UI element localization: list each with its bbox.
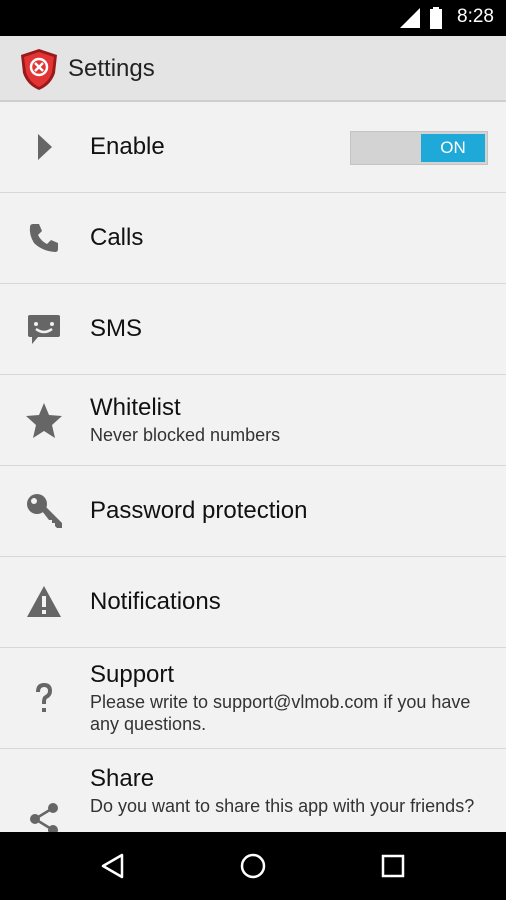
settings-item-sms[interactable]: SMS bbox=[0, 284, 506, 375]
play-arrow-icon bbox=[24, 127, 64, 167]
page-title: Settings bbox=[68, 55, 155, 82]
settings-item-label: Whitelist bbox=[90, 394, 181, 421]
phone-icon bbox=[24, 218, 64, 258]
settings-item-subtitle: Please write to support@vlmob.com if you… bbox=[90, 692, 471, 734]
settings-item-whitelist[interactable]: Whitelist Never blocked numbers bbox=[0, 375, 506, 466]
settings-item-label: Support bbox=[90, 661, 175, 688]
settings-item-notifications[interactable]: Notifications bbox=[0, 557, 506, 648]
key-icon bbox=[24, 491, 64, 531]
settings-item-enable[interactable]: Enable ON bbox=[0, 102, 506, 193]
navigation-bar bbox=[0, 832, 506, 900]
status-time: 8:28 bbox=[457, 6, 494, 27]
signal-icon bbox=[400, 8, 420, 33]
settings-list: Enable ON Calls SMS Whitelist Never bloc… bbox=[0, 102, 506, 832]
settings-item-label: Share bbox=[90, 765, 155, 792]
settings-item-subtitle: Do you want to share this app with your … bbox=[90, 796, 475, 816]
settings-item-support[interactable]: Support Please write to support@vlmob.co… bbox=[0, 648, 506, 749]
action-bar: Settings bbox=[0, 36, 506, 102]
recents-icon[interactable] bbox=[378, 851, 408, 881]
share-icon bbox=[24, 799, 64, 832]
settings-item-password[interactable]: Password protection bbox=[0, 466, 506, 557]
battery-icon bbox=[430, 7, 442, 34]
toggle-state-label: ON bbox=[421, 134, 485, 162]
help-icon bbox=[24, 678, 64, 718]
settings-item-label: Notifications bbox=[90, 588, 221, 615]
warning-icon bbox=[24, 582, 64, 622]
status-bar: 8:28 bbox=[0, 0, 506, 36]
back-icon[interactable] bbox=[98, 851, 128, 881]
settings-item-label: Password protection bbox=[90, 497, 308, 524]
settings-item-label: SMS bbox=[90, 315, 143, 342]
star-icon bbox=[24, 400, 64, 440]
settings-item-calls[interactable]: Calls bbox=[0, 193, 506, 284]
settings-item-label: Calls bbox=[90, 224, 144, 251]
enable-toggle[interactable]: ON bbox=[350, 131, 488, 165]
home-icon[interactable] bbox=[238, 851, 268, 881]
app-shield-icon[interactable] bbox=[18, 47, 60, 96]
settings-item-subtitle: Never blocked numbers bbox=[90, 425, 281, 445]
sms-icon bbox=[24, 309, 64, 349]
settings-item-share[interactable]: Share Do you want to share this app with… bbox=[0, 749, 506, 832]
